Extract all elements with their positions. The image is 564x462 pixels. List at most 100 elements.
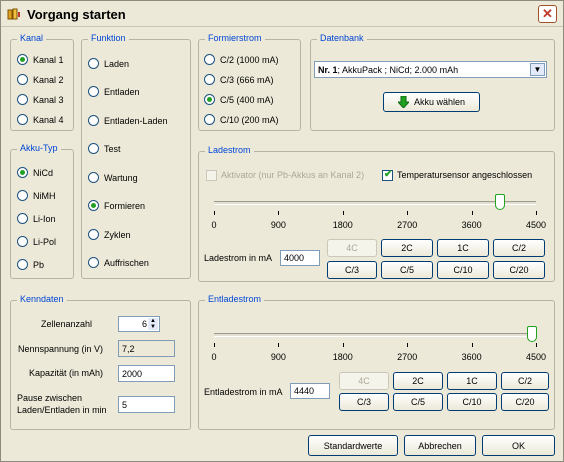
radio-label: C/10 (200 mA) [220,114,279,125]
ladestrom-field-label: Ladestrom in mA [204,253,273,263]
slider-tick-label: 0 [211,352,217,362]
kanal-3-radio[interactable]: Kanal 3 [17,94,64,105]
nennspannung-value: 7,2 [122,343,135,354]
c10-radio[interactable]: C/10 (200 mA) [204,114,279,125]
entladestrom-1c-button[interactable]: 1C [447,372,497,390]
entladestrom-field-label: Entladestrom in mA [204,387,283,397]
entladestrom-input-value: 4440 [294,386,315,396]
close-button[interactable]: ✕ [538,5,557,23]
button-label: Abbrechen [418,440,462,451]
formieren-radio[interactable]: Formieren [88,200,145,211]
akku-select[interactable]: Nr. 1; AkkuPack ; NiCd; 2.000 mAh ▼ [314,61,547,78]
radio-icon [17,94,28,105]
nicd-radio[interactable]: NiCd [17,167,53,178]
button-label: 4C [346,243,358,253]
c2-radio[interactable]: C/2 (1000 mA) [204,54,279,65]
kanal-legend: Kanal [17,33,47,43]
radio-icon [88,58,99,69]
pause-label-line2: Laden/Entladen in min [17,405,107,415]
datenbank-legend: Datenbank [317,33,367,43]
window-title: Vorgang starten [27,7,126,22]
ladestrom-input[interactable]: 4000 [280,250,320,266]
entladestrom-c5-button[interactable]: C/5 [393,393,443,411]
radio-label: Li-Pol [33,236,57,247]
radio-icon [88,257,99,268]
spin-down-icon[interactable]: ▼ [148,324,158,330]
entladestrom-input[interactable]: 4440 [290,383,330,399]
laden-radio[interactable]: Laden [88,58,129,69]
button-label: C/3 [344,265,359,275]
ladestrom-input-value: 4000 [284,253,305,263]
ok-button[interactable]: OK [482,435,555,456]
slider-tick [407,211,409,215]
nennspannung-label: Nennspannung (in V) [18,344,104,354]
entladestrom-c20-button[interactable]: C/20 [501,393,549,411]
ladestrom-c10-button[interactable]: C/10 [437,261,489,279]
standardwerte-button[interactable]: Standardwerte [308,435,398,456]
ladestrom-c2-button[interactable]: C/2 [493,239,545,257]
ladestrom-c3-button[interactable]: C/3 [327,261,377,279]
entladestrom-slider-track[interactable] [214,333,536,337]
radio-label: Zyklen [104,229,131,240]
c5-radio[interactable]: C/5 (400 mA) [204,94,274,105]
entladestrom-4c-button[interactable]: 4C [339,372,389,390]
li-pol-radio[interactable]: Li-Pol [17,236,56,247]
radio-label: Wartung [104,172,138,183]
slider-tick [214,211,215,215]
pb-radio[interactable]: Pb [17,259,44,270]
chevron-down-icon[interactable]: ▼ [530,63,545,76]
test-radio[interactable]: Test [88,143,121,154]
kapazitaet-input[interactable]: 2000 [118,365,175,382]
entladestrom-c3-button[interactable]: C/3 [339,393,389,411]
kanal-2-radio[interactable]: Kanal 2 [17,74,64,85]
radio-label: Kanal 1 [33,54,64,65]
ladestrom-slider-track[interactable] [214,201,536,205]
entladestrom-2c-button[interactable]: 2C [393,372,443,390]
c3-radio[interactable]: C/3 (666 mA) [204,74,274,85]
slider-tick-label: 3600 [461,220,482,230]
auffrischen-radio[interactable]: Auffrischen [88,257,149,268]
zyklen-radio[interactable]: Zyklen [88,229,131,240]
ladestrom-4c-button[interactable]: 4C [327,239,377,257]
slider-tick [407,343,409,347]
kapazitaet-label: Kapazität (in mAh) [29,368,104,378]
radio-icon [17,114,28,125]
ladestrom-1c-button[interactable]: 1C [437,239,489,257]
radio-label: Kanal 3 [33,94,64,105]
ladestrom-c20-button[interactable]: C/20 [493,261,545,279]
akku-select-number: Nr. 1 [318,64,338,75]
dialog-window: Vorgang starten ✕ Kanal Kanal 1 Kanal 2 … [0,0,564,462]
temperatursensor-label: Temperatursensor angeschlossen [397,170,533,180]
button-label: 1C [466,376,478,386]
button-label: 1C [457,243,469,253]
button-label: OK [511,440,525,451]
button-label: C/20 [509,265,529,275]
ladestrom-slider-thumb[interactable] [495,194,506,210]
slider-tick [536,211,537,215]
radio-label: Test [104,143,121,154]
entladestrom-slider-thumb[interactable] [526,326,537,342]
radio-selected-icon [204,94,215,105]
kanal-4-radio[interactable]: Kanal 4 [17,114,64,125]
abbrechen-button[interactable]: Abbrechen [404,435,476,456]
zellenanzahl-spinner[interactable]: 6 ▲ ▼ [118,316,160,332]
kanal-1-radio[interactable]: Kanal 1 [17,54,64,65]
entladestrom-c10-button[interactable]: C/10 [447,393,497,411]
akku-waehlen-button[interactable]: Akku wählen [383,92,480,112]
slider-tick [471,211,473,215]
radio-label: Li-Ion [33,213,56,224]
ladestrom-c5-button[interactable]: C/5 [381,261,433,279]
radio-selected-icon [17,167,28,178]
entladen-radio[interactable]: Entladen [88,86,140,97]
radio-label: C/5 (400 mA) [220,94,274,105]
temperatursensor-checkbox[interactable]: ✔ [382,169,393,181]
ladestrom-2c-button[interactable]: 2C [381,239,433,257]
entladen-laden-radio[interactable]: Entladen-Laden [88,115,168,126]
li-ion-radio[interactable]: Li-Ion [17,213,56,224]
pause-input[interactable]: 5 [118,396,175,413]
button-label: C/3 [356,397,371,407]
entladestrom-c2-button[interactable]: C/2 [501,372,549,390]
aktivator-checkbox[interactable] [206,170,217,181]
nimh-radio[interactable]: NiMH [17,190,56,201]
wartung-radio[interactable]: Wartung [88,172,138,183]
